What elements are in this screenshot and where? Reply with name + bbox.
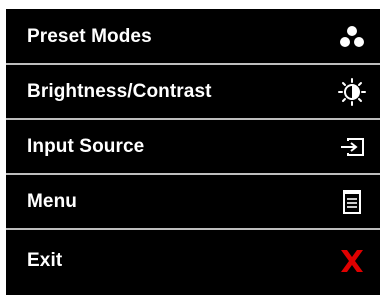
menu-icon <box>338 188 366 216</box>
brightness-icon <box>338 77 366 106</box>
menu-item-brightness-contrast[interactable]: Brightness/Contrast <box>6 65 380 120</box>
menu-item-preset-modes[interactable]: Preset Modes <box>6 10 380 65</box>
menu-item-exit[interactable]: Exit <box>6 230 380 291</box>
menu-item-input-source[interactable]: Input Source <box>6 120 380 175</box>
menu-item-label: Preset Modes <box>27 25 152 47</box>
preset-modes-icon <box>338 23 366 51</box>
menu-item-label: Menu <box>27 190 78 212</box>
exit-icon <box>338 247 366 275</box>
menu-item-label: Input Source <box>27 135 145 157</box>
menu-item-label: Exit <box>27 249 63 271</box>
input-source-icon <box>338 133 366 161</box>
osd-menu-panel: Preset Modes Brightness/Contrast Input S… <box>6 9 380 295</box>
menu-item-label: Brightness/Contrast <box>27 80 212 102</box>
menu-item-menu[interactable]: Menu <box>6 175 380 230</box>
